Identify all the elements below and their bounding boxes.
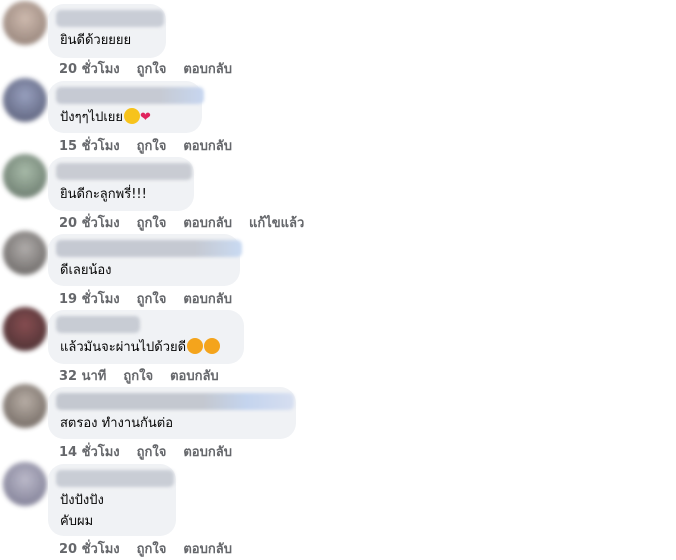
- comment-text: ยินดีด้วยยยย: [60, 33, 132, 48]
- comment-bubble: ดีเลยน้อง: [48, 234, 242, 286]
- comment-time[interactable]: 20 ชั่วโมง: [59, 212, 120, 233]
- red-heart-icon: ❤: [140, 110, 151, 125]
- reply-button[interactable]: ตอบกลับ: [183, 58, 232, 79]
- comment-time[interactable]: 14 ชั่วโมง: [59, 441, 120, 462]
- comment-text-content: ปังๆๆไปเยย: [60, 110, 124, 125]
- reply-button[interactable]: ตอบกลับ: [170, 365, 219, 386]
- like-button[interactable]: ถูกใจ: [137, 135, 167, 156]
- author-name-blurred[interactable]: [56, 163, 192, 180]
- avatar[interactable]: [3, 307, 47, 351]
- reply-button[interactable]: ตอบกลับ: [183, 288, 232, 309]
- comment-text: แล้วมันจะผ่านไปด้วยดี: [60, 338, 221, 358]
- avatar[interactable]: [3, 462, 47, 506]
- author-name-blurred[interactable]: [56, 240, 242, 257]
- comment-time[interactable]: 19 ชั่วโมง: [59, 288, 120, 309]
- reply-button[interactable]: ตอบกลับ: [183, 441, 232, 462]
- comment-actions: 14 ชั่วโมง ถูกใจ ตอบกลับ: [59, 441, 249, 462]
- smiling-face-with-hearts-icon: [204, 338, 221, 354]
- comment-time[interactable]: 32 นาที: [59, 365, 106, 386]
- comment-bubble: ปังปังปัง คับผม: [48, 464, 176, 536]
- like-button[interactable]: ถูกใจ: [137, 212, 167, 233]
- comment-bubble: แล้วมันจะผ่านไปด้วยดี: [48, 310, 244, 364]
- comment-time[interactable]: 15 ชั่วโมง: [59, 135, 120, 156]
- reply-button[interactable]: ตอบกลับ: [183, 538, 232, 559]
- comment-bubble: สตรอง ทำงานกันต่อ: [48, 387, 296, 439]
- comment-actions: 19 ชั่วโมง ถูกใจ ตอบกลับ: [59, 288, 249, 309]
- like-button[interactable]: ถูกใจ: [137, 288, 167, 309]
- author-name-blurred[interactable]: [56, 393, 294, 410]
- comment-text-content: แล้วมันจะผ่านไปด้วยดี: [60, 340, 187, 355]
- comment-text: ยินดีกะลูกพรี่!!!: [60, 187, 147, 202]
- comment-actions: 20 ชั่วโมง ถูกใจ ตอบกลับ: [59, 538, 249, 559]
- author-name-blurred[interactable]: [56, 470, 174, 487]
- comment-text-line-1: ปังปังปัง: [60, 493, 104, 508]
- avatar[interactable]: [3, 78, 47, 122]
- edited-label[interactable]: แก้ไขแล้ว: [249, 212, 304, 233]
- comment-bubble: ยินดีกะลูกพรี่!!!: [48, 157, 194, 211]
- author-name-blurred[interactable]: [56, 87, 204, 104]
- comment-bubble: ยินดีด้วยยยย: [48, 4, 166, 58]
- comment-text: ดีเลยน้อง: [60, 263, 112, 278]
- like-button[interactable]: ถูกใจ: [137, 58, 167, 79]
- like-button[interactable]: ถูกใจ: [137, 441, 167, 462]
- comment-actions: 32 นาที ถูกใจ ตอบกลับ: [59, 365, 236, 386]
- avatar[interactable]: [3, 154, 47, 198]
- reply-button[interactable]: ตอบกลับ: [183, 212, 232, 233]
- author-name-blurred[interactable]: [56, 316, 140, 333]
- avatar[interactable]: [3, 384, 47, 428]
- smiling-face-with-hearts-icon: [187, 338, 204, 354]
- like-button[interactable]: ถูกใจ: [123, 365, 153, 386]
- comment-actions: 15 ชั่วโมง ถูกใจ ตอบกลับ: [59, 135, 249, 156]
- comment-time[interactable]: 20 ชั่วโมง: [59, 538, 120, 559]
- comment-actions: 20 ชั่วโมง ถูกใจ ตอบกลับ แก้ไขแล้ว: [59, 212, 321, 233]
- comment-text: ปังๆๆไปเยย ❤: [60, 108, 151, 128]
- comment-text: สตรอง ทำงานกันต่อ: [60, 416, 174, 431]
- like-button[interactable]: ถูกใจ: [137, 538, 167, 559]
- author-name-blurred[interactable]: [56, 10, 164, 27]
- avatar[interactable]: [3, 231, 47, 275]
- reply-button[interactable]: ตอบกลับ: [183, 135, 232, 156]
- comment-time[interactable]: 20 ชั่วโมง: [59, 58, 120, 79]
- comment-text-line-2: คับผม: [60, 514, 94, 529]
- comment-actions: 20 ชั่วโมง ถูกใจ ตอบกลับ: [59, 58, 249, 79]
- comment-bubble: ปังๆๆไปเยย ❤: [48, 81, 204, 133]
- smiling-face-with-hearts-icon: [124, 108, 141, 124]
- avatar[interactable]: [3, 1, 47, 45]
